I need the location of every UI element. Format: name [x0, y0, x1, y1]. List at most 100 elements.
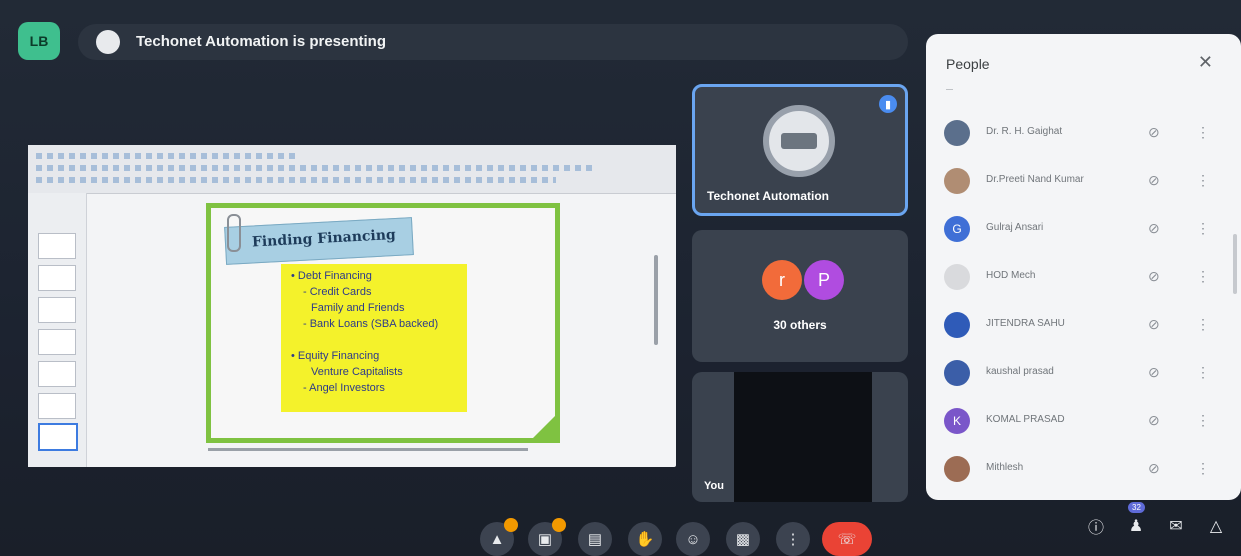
slide-thumbnail — [38, 393, 76, 419]
camera-icon[interactable]: ▣ — [528, 518, 566, 556]
participant-avatar — [944, 264, 970, 290]
captions-icon[interactable]: ▲ — [480, 518, 518, 556]
self-label: You — [704, 480, 724, 492]
participant-count-badge: 32 — [1128, 502, 1145, 513]
participant-name: Mithlesh — [986, 462, 1024, 473]
slide-title-box: Finding Financing — [224, 217, 414, 265]
slide-canvas: Finding Financing • Debt Financing - Cre… — [206, 203, 560, 443]
alert-badge — [504, 518, 518, 532]
participant-avatar — [944, 360, 970, 386]
self-video — [734, 372, 872, 502]
self-avatar[interactable]: LB — [18, 22, 60, 60]
more-options-icon[interactable]: ⋮ — [1196, 124, 1210, 141]
activities-icon[interactable]: △ — [1202, 512, 1230, 540]
more-options-icon[interactable]: ⋮ — [1196, 316, 1210, 333]
presenter-avatar — [96, 30, 120, 54]
horizontal-scrollbar[interactable] — [208, 448, 528, 451]
presenter-logo — [763, 105, 835, 177]
more-options-icon[interactable]: ⋮ — [1196, 220, 1210, 237]
people-scrollbar[interactable] — [1233, 234, 1237, 294]
raise-hand-icon[interactable]: ✋ — [628, 522, 662, 556]
bullet: Venture Capitalists — [311, 366, 403, 378]
participant-avatar — [944, 168, 970, 194]
presentation-app-toolbar — [28, 145, 676, 194]
vertical-scrollbar[interactable] — [654, 255, 658, 345]
more-options-icon[interactable]: ⋮ — [1196, 460, 1210, 477]
participant-row[interactable]: kaushal prasad ⊘ ⋮ — [944, 354, 1224, 394]
participant-row[interactable]: Dr. R. H. Gaighat ⊘ ⋮ — [944, 114, 1224, 154]
bullet: Family and Friends — [311, 302, 405, 314]
presenter-tile[interactable]: ▮ Techonet Automation — [692, 84, 908, 216]
others-tile[interactable]: r P 30 others — [692, 230, 908, 362]
more-options-icon[interactable]: ⋮ — [1196, 172, 1210, 189]
info-icon[interactable]: ⓘ — [1082, 512, 1110, 540]
slide-thumbnail — [38, 297, 76, 323]
slide-thumbnail-panel — [28, 193, 87, 467]
speaking-indicator-icon: ▮ — [879, 95, 897, 113]
people-section-label: — — [946, 86, 953, 93]
mic-off-icon[interactable]: ⊘ — [1148, 268, 1160, 285]
bullet: - Angel Investors — [303, 382, 385, 394]
presenting-banner: Techonet Automation is presenting — [78, 24, 908, 60]
participant-row[interactable]: Mithlesh ⊘ ⋮ — [944, 450, 1224, 490]
presenting-text: Techonet Automation is presenting — [136, 33, 387, 50]
participant-avatar — [944, 456, 970, 482]
mic-off-icon[interactable]: ⊘ — [1148, 124, 1160, 141]
participant-avatar — [944, 120, 970, 146]
bullet: - Bank Loans (SBA backed) — [303, 318, 439, 330]
participant-avatar: P — [804, 260, 844, 300]
slide-title: Finding Financing — [251, 226, 397, 251]
others-count: 30 others — [773, 318, 827, 332]
participant-avatar: G — [944, 216, 970, 242]
present-screen-icon[interactable]: ▩ — [726, 522, 760, 556]
paperclip-icon — [227, 214, 241, 252]
bullet: • Debt Financing — [291, 270, 372, 282]
mic-off-icon[interactable]: ⊘ — [1148, 412, 1160, 429]
slide-thumbnail — [38, 329, 76, 355]
alert-badge — [552, 518, 566, 532]
mic-off-icon[interactable]: ⊘ — [1148, 364, 1160, 381]
sticky-note: • Debt Financing - Credit Cards Family a… — [281, 264, 467, 412]
bullet: • Equity Financing — [291, 350, 380, 362]
more-options-icon[interactable]: ⋮ — [1196, 268, 1210, 285]
mic-off-icon[interactable]: ⊘ — [1148, 172, 1160, 189]
more-options-icon[interactable]: ⋮ — [1196, 364, 1210, 381]
participant-name: Dr. R. H. Gaighat — [986, 126, 1063, 137]
meeting-window: LB Techonet Automation is presenting Fin… — [0, 0, 1241, 556]
self-tile[interactable]: You — [692, 372, 908, 502]
mic-off-icon[interactable]: ⊘ — [1148, 460, 1160, 477]
slide-thumbnail-selected — [38, 423, 78, 451]
participant-row[interactable]: G Gulraj Ansari ⊘ ⋮ — [944, 210, 1224, 250]
presenter-name: Techonet Automation — [707, 189, 829, 203]
people-title: People — [946, 56, 990, 72]
chat-icon[interactable]: ✉ — [1162, 512, 1190, 540]
more-options-icon[interactable]: ⋮ — [776, 522, 810, 556]
people-panel: People ✕ — Dr. R. H. Gaighat ⊘ ⋮ Dr.Pree… — [926, 34, 1241, 500]
participant-row[interactable]: Dr.Preeti Nand Kumar ⊘ ⋮ — [944, 162, 1224, 202]
logo-mark — [781, 133, 817, 149]
toolbar-row — [36, 153, 296, 159]
people-icon[interactable]: ♟ 32 — [1122, 502, 1150, 540]
toolbar-row — [36, 165, 596, 171]
slide-thumbnail — [38, 361, 76, 387]
slide-corner-decoration — [533, 416, 555, 438]
participant-name: Dr.Preeti Nand Kumar — [986, 174, 1084, 185]
participant-avatar — [944, 312, 970, 338]
emoji-icon[interactable]: ☺ — [676, 522, 710, 556]
participant-row[interactable]: HOD Mech ⊘ ⋮ — [944, 258, 1224, 298]
end-call-button[interactable]: ☏ — [822, 522, 872, 556]
participant-avatar: r — [762, 260, 802, 300]
shared-screen: Finding Financing • Debt Financing - Cre… — [28, 145, 676, 467]
participant-name: Gulraj Ansari — [986, 222, 1044, 233]
participant-row[interactable]: K KOMAL PRASAD ⊘ ⋮ — [944, 402, 1224, 442]
close-icon[interactable]: ✕ — [1198, 52, 1213, 73]
more-options-icon[interactable]: ⋮ — [1196, 412, 1210, 429]
participant-name: kaushal prasad — [986, 366, 1054, 377]
mic-off-icon[interactable]: ⊘ — [1148, 220, 1160, 237]
participant-name: HOD Mech — [986, 270, 1036, 281]
closed-caption-icon[interactable]: ▤ — [578, 522, 612, 556]
participant-row[interactable]: JITENDRA SAHU ⊘ ⋮ — [944, 306, 1224, 346]
slide-thumbnail — [38, 265, 76, 291]
top-bar: LB Techonet Automation is presenting — [18, 22, 908, 64]
mic-off-icon[interactable]: ⊘ — [1148, 316, 1160, 333]
